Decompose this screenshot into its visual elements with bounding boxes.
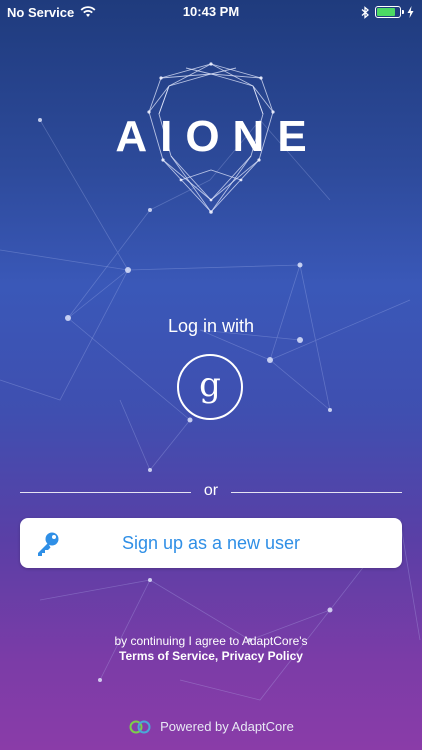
status-time: 10:43 PM bbox=[182, 4, 240, 19]
logo-text: AIONE bbox=[115, 112, 320, 161]
battery-icon bbox=[375, 6, 404, 18]
login-with-label: Log in with bbox=[167, 316, 255, 336]
terms-of-service-link[interactable]: Terms of Service, bbox=[119, 649, 218, 663]
signup-label: Sign up as a new user bbox=[121, 532, 301, 553]
terms-links: Terms of Service, Privacy Policy bbox=[0, 649, 422, 663]
signup-button[interactable]: Sign up as a new user bbox=[20, 518, 402, 568]
status-bar: No Service 10:43 PM bbox=[0, 0, 422, 24]
or-divider: or bbox=[20, 481, 402, 503]
divider-text: or bbox=[203, 482, 219, 499]
google-icon: g bbox=[199, 365, 221, 405]
powered-by: Powered by AdaptCore bbox=[0, 719, 422, 734]
adaptcore-logo-icon bbox=[129, 720, 151, 733]
google-login-button[interactable]: g bbox=[177, 354, 243, 420]
privacy-policy-link[interactable]: Privacy Policy bbox=[222, 649, 303, 663]
terms-text: by continuing I agree to AdaptCore's bbox=[114, 634, 308, 648]
powered-by-text: Powered by AdaptCore bbox=[160, 719, 294, 734]
divider-line-right bbox=[231, 492, 402, 493]
app-logo: AIONE bbox=[0, 60, 422, 220]
